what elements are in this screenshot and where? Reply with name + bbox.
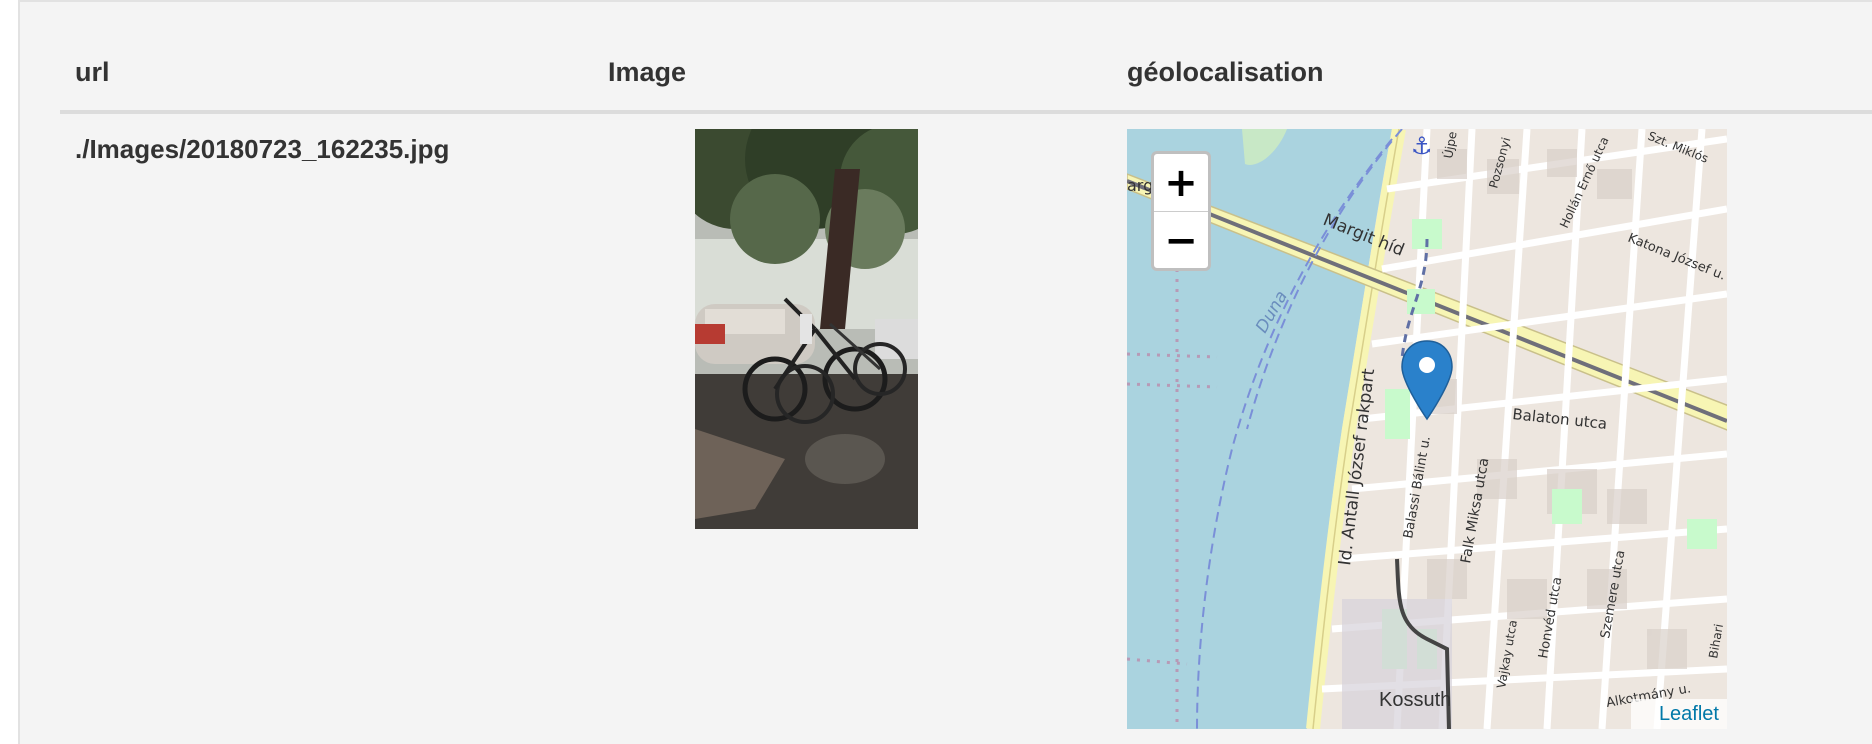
- zoom-in-button[interactable]: +: [1154, 154, 1208, 212]
- header-divider: [60, 110, 1872, 114]
- row-photo: [695, 129, 918, 529]
- map-label-left-edge: arg: [1127, 176, 1153, 195]
- anchor-icon: ⚓: [1411, 132, 1433, 160]
- geolocation-map[interactable]: Margit híd Duna Id. Antall József rakpar…: [1127, 129, 1727, 729]
- map-tiles[interactable]: Margit híd Duna Id. Antall József rakpar…: [1127, 129, 1727, 729]
- map-attribution: Leaflet: [1630, 699, 1727, 729]
- photo-bicycles-image: [695, 129, 918, 529]
- column-header-url: url: [75, 57, 110, 87]
- map-label-kossuth: Kossuth: [1379, 689, 1452, 711]
- zoom-control: + −: [1151, 151, 1211, 271]
- zoom-out-button[interactable]: −: [1154, 212, 1208, 268]
- column-header-image: Image: [608, 57, 687, 87]
- table-panel: url Image géolocalisation ./Images/20180…: [18, 0, 1872, 744]
- column-header-geolocation: géolocalisation: [1127, 57, 1324, 87]
- url-cell: ./Images/20180723_162235.jpg: [75, 134, 450, 164]
- leaflet-link[interactable]: Leaflet: [1659, 703, 1719, 726]
